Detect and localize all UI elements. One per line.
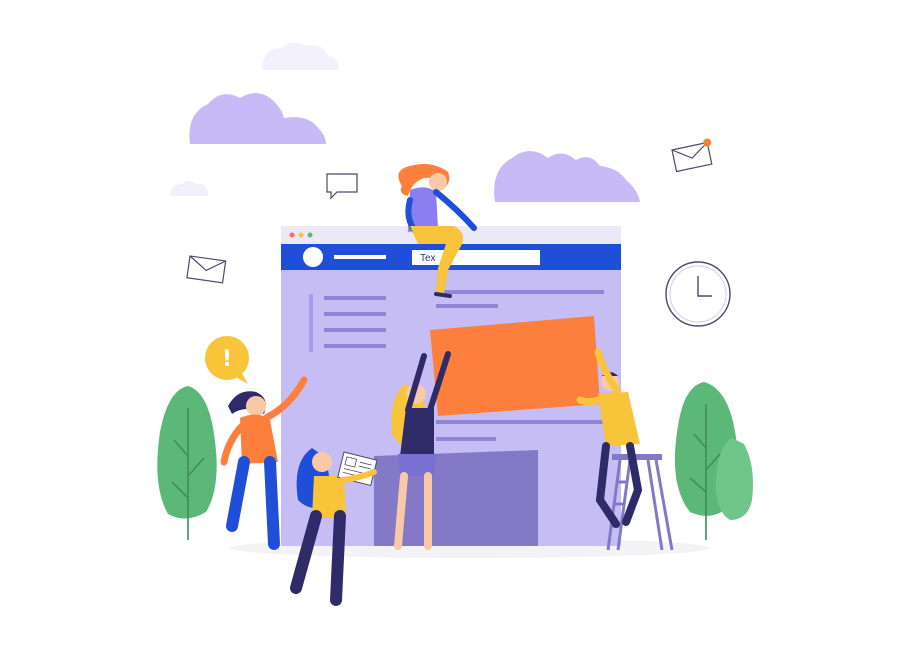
content-line [436, 290, 604, 294]
cloud-icon [189, 93, 326, 144]
cloud-icon [262, 42, 339, 70]
alert-bubble-icon: ! [205, 336, 249, 384]
sidebar-line [324, 296, 386, 300]
address-input-text: Tex [420, 253, 436, 264]
illustration-scene: Tex ! [157, 42, 753, 606]
sidebar-rule [309, 294, 313, 352]
tree-icon [674, 382, 753, 540]
content-line [436, 437, 496, 441]
chat-bubble-icon [326, 173, 358, 200]
content-line [436, 304, 498, 308]
window-close-button[interactable] [289, 232, 295, 238]
orange-panel [430, 316, 600, 416]
mail-envelope-icon [186, 255, 227, 284]
sidebar-line [324, 328, 386, 332]
alert-symbol: ! [222, 347, 232, 372]
nav-line [334, 255, 386, 259]
sidebar-line [324, 312, 386, 316]
cloud-icon [170, 181, 208, 196]
content-line [436, 420, 604, 424]
cloud-icon [494, 151, 640, 202]
mail-envelope-icon [671, 138, 713, 173]
window-maximize-button[interactable] [307, 232, 313, 238]
tree-icon [157, 386, 217, 540]
avatar[interactable] [303, 247, 323, 267]
window-minimize-button[interactable] [298, 232, 304, 238]
sidebar-line [324, 344, 386, 348]
clock-icon [665, 261, 731, 327]
